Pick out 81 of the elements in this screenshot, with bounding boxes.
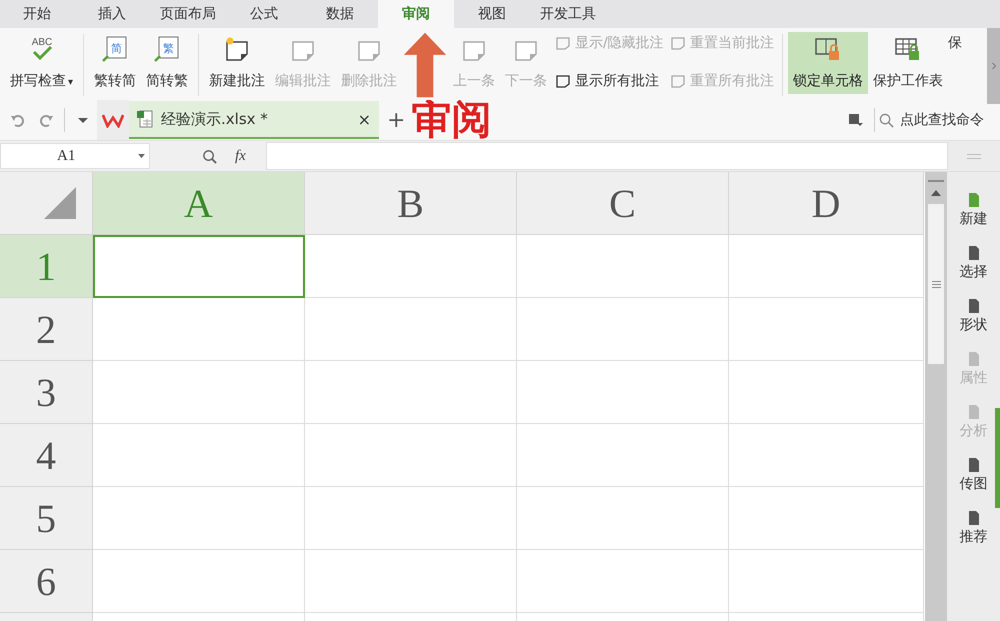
undo-icon[interactable] — [10, 112, 26, 128]
note-icon — [555, 35, 572, 51]
menu-tab[interactable]: 开始 — [0, 0, 74, 28]
row-header[interactable]: 5 — [0, 487, 93, 550]
row-header[interactable]: 6 — [0, 550, 93, 613]
side-panel-button[interactable]: 形状 — [960, 298, 988, 334]
table-cell[interactable] — [517, 424, 729, 487]
spreadsheet-file-icon — [137, 110, 153, 128]
logo-icon — [102, 112, 124, 128]
ribbon-button[interactable]: 保 — [948, 32, 966, 94]
chevron-right-icon — [990, 62, 996, 70]
zoom-icon[interactable] — [202, 148, 217, 164]
active-cell[interactable] — [93, 235, 305, 298]
ribbon-scroll-button[interactable] — [987, 28, 1000, 104]
ribbon-button[interactable]: 新建批注 — [204, 32, 270, 94]
menu-tab[interactable]: 插入 — [74, 0, 150, 28]
menu-tab[interactable]: 审阅 — [378, 0, 454, 28]
ribbon-button[interactable]: 繁 简转繁 — [141, 32, 194, 94]
ribbon-button[interactable]: 保护工作表 — [868, 32, 948, 94]
table-cell[interactable] — [305, 361, 517, 424]
vertical-scrollbar[interactable] — [925, 172, 947, 621]
note-icon — [670, 73, 686, 89]
table-cell[interactable] — [305, 424, 517, 487]
table-cell[interactable] — [93, 298, 305, 361]
table-cell[interactable] — [517, 550, 729, 613]
command-search-field[interactable]: 点此查找命令 — [879, 111, 1000, 129]
ribbon-button[interactable]: 锁定单元格 — [788, 32, 868, 94]
name-box[interactable]: A1 — [0, 143, 150, 169]
scroll-up-icon — [931, 190, 941, 196]
column-header[interactable]: B — [305, 172, 517, 235]
formula-input[interactable] — [266, 142, 948, 170]
table-cell[interactable] — [93, 550, 305, 613]
table-cell[interactable] — [517, 487, 729, 550]
table-cell[interactable] — [729, 298, 924, 361]
select-all-icon[interactable] — [44, 187, 76, 219]
table-cell[interactable] — [729, 550, 924, 613]
document-title: 经验演示.xlsx * — [161, 110, 269, 128]
side-panel-button[interactable]: 推荐 — [960, 510, 988, 546]
table-cell[interactable] — [729, 361, 924, 424]
table-cell[interactable] — [305, 550, 517, 613]
column-header[interactable]: C — [517, 172, 729, 235]
menu-tab[interactable]: 公式 — [226, 0, 302, 28]
table-cell[interactable] — [305, 298, 517, 361]
function-label[interactable]: fx — [235, 148, 246, 164]
document-tab[interactable]: 经验演示.xlsx * × — [129, 101, 379, 139]
table-cell[interactable] — [729, 487, 924, 550]
menu-tab[interactable]: 页面布局 — [150, 0, 226, 28]
table-cell[interactable] — [93, 424, 305, 487]
new-tab-button[interactable]: + — [387, 108, 406, 132]
side-panel-button[interactable]: 选择 — [960, 245, 988, 281]
table-cell[interactable] — [729, 424, 924, 487]
row-header[interactable] — [0, 613, 93, 621]
app-logo-button[interactable] — [97, 100, 129, 140]
table-cell[interactable] — [517, 235, 729, 298]
menu-tab[interactable]: 数据 — [302, 0, 378, 28]
menu-tab[interactable]: 视图 — [454, 0, 530, 28]
note-icon — [670, 35, 686, 51]
column-header[interactable]: D — [729, 172, 924, 235]
annotation-text: 审阅 — [411, 100, 492, 140]
search-icon — [879, 112, 894, 128]
arrow-annotation — [402, 30, 448, 100]
row-header[interactable]: 3 — [0, 361, 93, 424]
table-cell[interactable] — [93, 361, 305, 424]
ribbon-button[interactable]: ABC 拼写检查▾ — [5, 32, 78, 94]
row-header[interactable]: 4 — [0, 424, 93, 487]
table-cell[interactable] — [93, 487, 305, 550]
side-panel-button[interactable]: 传图 — [960, 457, 988, 493]
table-cell[interactable] — [517, 298, 729, 361]
close-button[interactable]: × — [358, 110, 371, 128]
menu-tab[interactable]: 开发工具 — [530, 0, 606, 28]
row-header[interactable]: 2 — [0, 298, 93, 361]
note-icon — [555, 73, 572, 89]
table-cell[interactable] — [305, 487, 517, 550]
ribbon-button[interactable]: 简 繁转简 — [89, 32, 142, 94]
table-cell[interactable] — [729, 235, 924, 298]
table-cell[interactable] — [517, 361, 729, 424]
table-cell[interactable] — [305, 235, 517, 298]
dropdown-icon — [138, 154, 145, 158]
redo-icon[interactable] — [38, 112, 54, 128]
side-panel-button[interactable]: 新建 — [960, 192, 988, 228]
ribbon-button[interactable]: 显示所有批注 — [552, 72, 667, 90]
